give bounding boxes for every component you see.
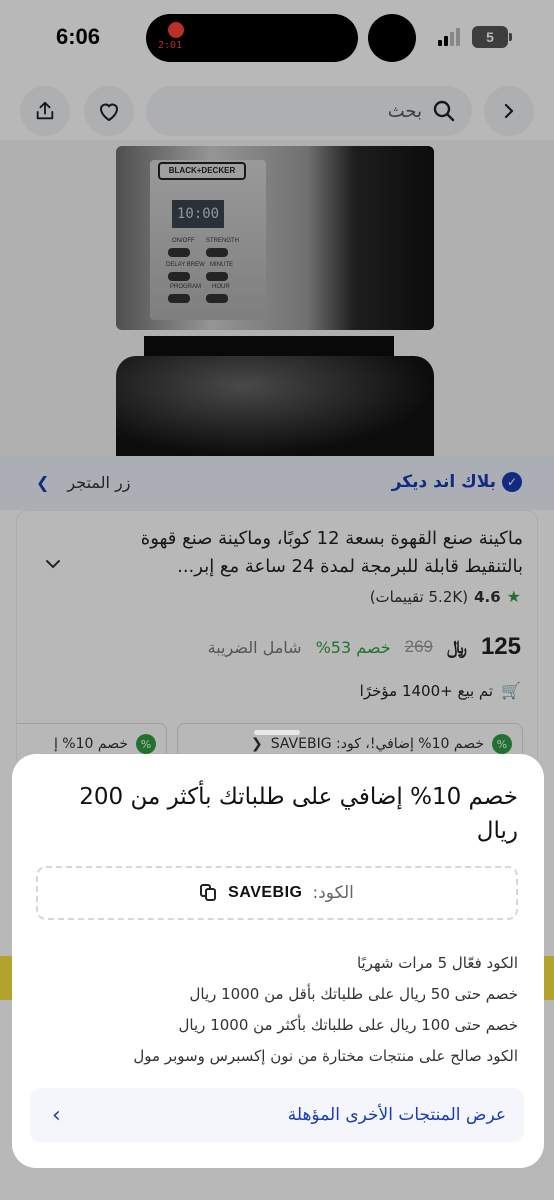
chevron-left-icon: ‹ (52, 1102, 61, 1128)
coupon-code-box[interactable]: الكود: SAVEBIG (36, 866, 518, 920)
code-label: الكود: (312, 883, 354, 903)
copy-icon[interactable] (200, 884, 218, 902)
term-item: خصم حتى 50 ريال على طلباتك بأقل من 1000 … (189, 985, 518, 1003)
sheet-title: خصم 10% إضافي على طلباتك بأكثر من 200 ري… (79, 784, 518, 844)
view-eligible-products-label: عرض المنتجات الأخرى المؤهلة (287, 1105, 506, 1125)
view-eligible-products-button[interactable]: ‹ عرض المنتجات الأخرى المؤهلة (30, 1088, 524, 1142)
term-item: خصم حتى 100 ريال على طلباتك بأكثر من 100… (178, 1016, 518, 1034)
sheet-grabber[interactable] (254, 730, 300, 735)
term-item: الكود فعّال 5 مرات شهريًا (356, 954, 518, 972)
coupon-terms: الكود فعّال 5 مرات شهريًا خصم حتى 50 ريا… (38, 948, 518, 1072)
coupon-code: SAVEBIG (228, 884, 303, 901)
term-item: الكود صالح على منتجات مختارة من نون إكسب… (133, 1047, 518, 1065)
coupon-bottom-sheet: خصم 10% إضافي على طلباتك بأكثر من 200 ري… (12, 730, 544, 1168)
